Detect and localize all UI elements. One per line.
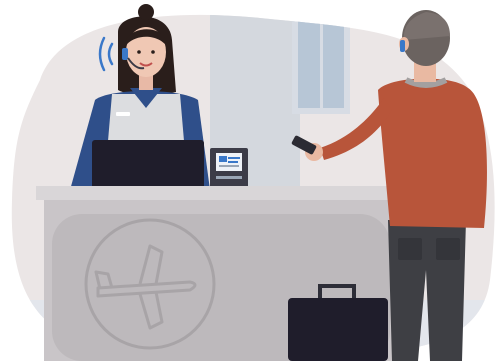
agent-headset-icon <box>122 48 128 60</box>
agent-eye-left <box>137 50 141 54</box>
agent-hair-bun <box>138 4 154 20</box>
card-reader <box>210 148 248 188</box>
card-reader-line-2 <box>228 161 238 163</box>
suitcase-body <box>288 298 388 361</box>
agent-eye-right <box>151 50 155 54</box>
card-reader-line-1 <box>228 157 240 159</box>
traveler-pocket <box>398 238 422 260</box>
card-reader-logo-icon <box>219 156 227 162</box>
traveler-hair <box>403 12 450 40</box>
card-reader-line-3 <box>219 165 239 167</box>
agent-badge <box>116 112 130 116</box>
window-mullion <box>320 20 323 108</box>
laptop <box>92 140 204 190</box>
card-slot <box>216 176 242 179</box>
laptop-screen <box>92 140 204 190</box>
illustration-canvas <box>11 4 495 361</box>
traveler-headset-icon <box>400 40 405 52</box>
counter-top <box>36 186 408 200</box>
check-in-illustration <box>0 0 497 361</box>
traveler-pocket-right <box>436 238 460 260</box>
traveler-sweater <box>378 78 487 228</box>
